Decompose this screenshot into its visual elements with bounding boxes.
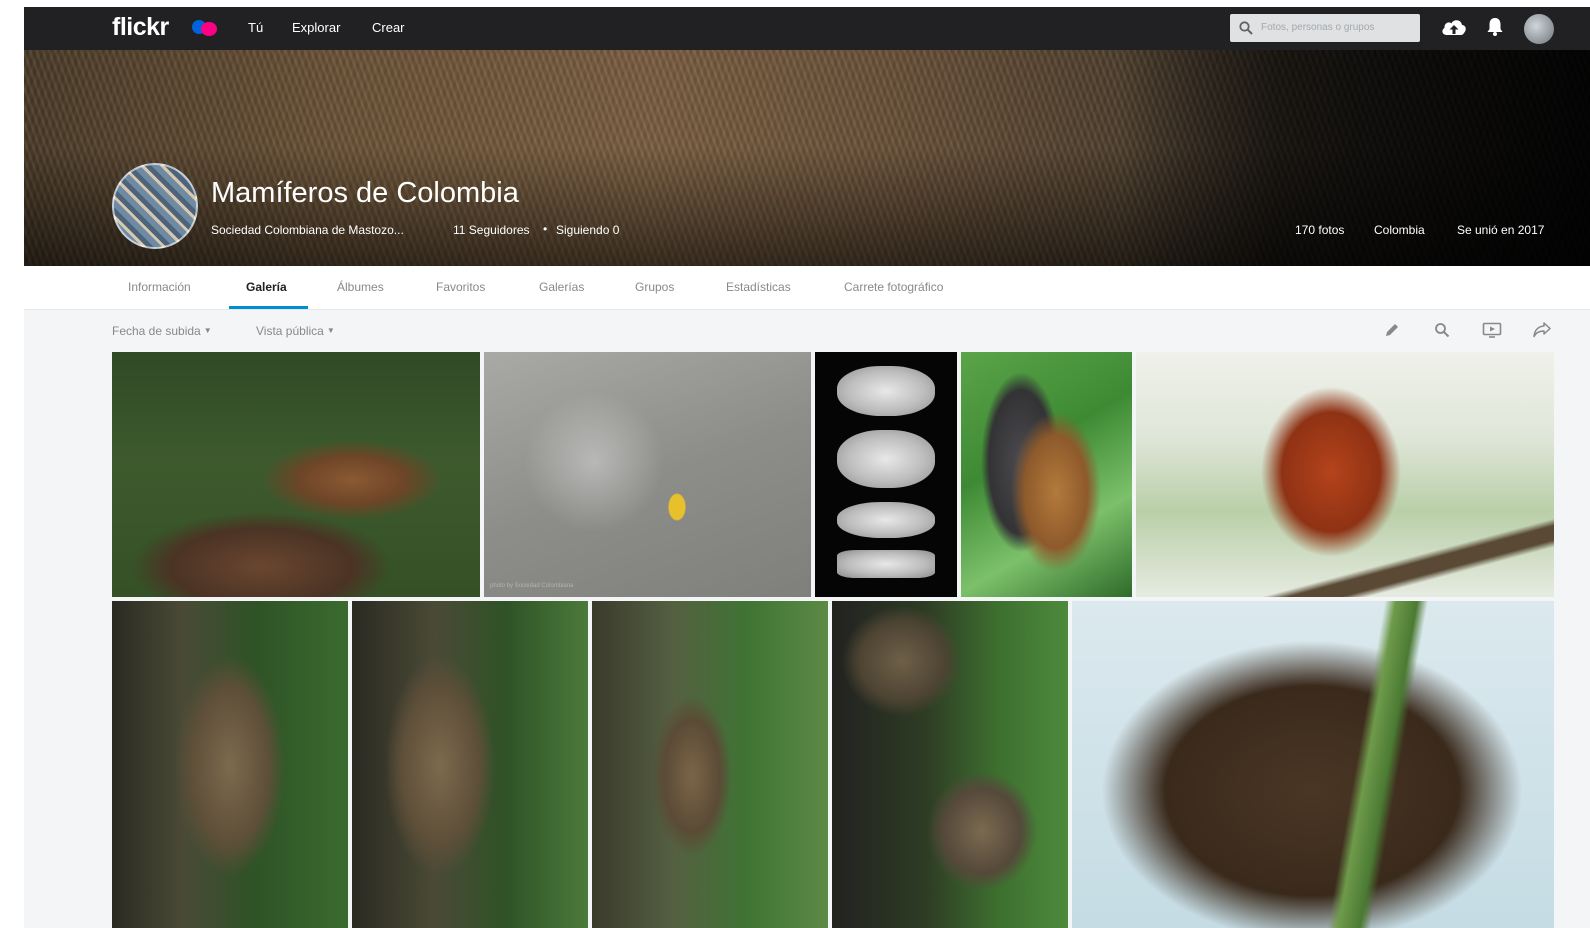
following-link[interactable]: Siguiendo 0 xyxy=(556,223,619,237)
search-placeholder: Fotos, personas o grupos xyxy=(1261,22,1375,33)
pencil-icon[interactable] xyxy=(1384,322,1400,338)
meta-separator: • xyxy=(543,222,548,236)
tab-galeria[interactable]: Galería xyxy=(246,280,287,294)
pink-dot xyxy=(201,22,217,36)
tab-albumes[interactable]: Álbumes xyxy=(337,280,384,294)
slideshow-icon[interactable] xyxy=(1482,322,1502,338)
profile-name: Mamíferos de Colombia xyxy=(211,177,519,209)
tab-galerias[interactable]: Galerías xyxy=(539,280,584,294)
photo-kinkajou-3[interactable] xyxy=(592,601,828,928)
photo-kinkajou-4[interactable] xyxy=(832,601,1068,928)
browser-viewport: flickr Tú Explorar Crear Fotos, personas… xyxy=(24,7,1590,928)
nav-crear[interactable]: Crear xyxy=(372,20,405,35)
gallery-toolbar: Fecha de subida ▼ Vista pública ▼ xyxy=(24,310,1590,352)
photo-kinkajou-1[interactable] xyxy=(112,601,348,928)
skull-ventral-view xyxy=(837,430,935,488)
photo-count: 170 fotos xyxy=(1295,223,1345,237)
top-navbar: flickr Tú Explorar Crear Fotos, personas… xyxy=(24,7,1590,50)
chevron-down-icon: ▼ xyxy=(203,326,212,335)
chevron-down-icon: ▼ xyxy=(326,326,335,335)
sort-dropdown[interactable]: Fecha de subida ▼ xyxy=(112,324,212,338)
tab-grupos[interactable]: Grupos xyxy=(635,280,674,294)
location: Colombia xyxy=(1374,223,1425,237)
skull-dorsal-view xyxy=(837,366,935,416)
user-avatar[interactable] xyxy=(1524,14,1554,44)
photo-tracks-in-sand[interactable]: photo by Sociedad Colombiana xyxy=(484,352,811,597)
search-icon[interactable] xyxy=(1434,322,1450,338)
tab-estadisticas[interactable]: Estadísticas xyxy=(726,280,791,294)
view-label: Vista pública xyxy=(256,324,324,338)
tab-informacion[interactable]: Información xyxy=(128,280,191,294)
photo-olingo-in-water[interactable] xyxy=(112,352,480,597)
followers-link[interactable]: 11 Seguidores xyxy=(453,223,530,237)
photo-skull-specimens[interactable] xyxy=(815,352,957,597)
tab-favoritos[interactable]: Favoritos xyxy=(436,280,485,294)
active-tab-indicator xyxy=(229,306,308,309)
photo-red-squirrel[interactable] xyxy=(1136,352,1554,597)
nav-tu[interactable]: Tú xyxy=(248,20,263,35)
nav-explorar[interactable]: Explorar xyxy=(292,20,340,35)
joined-date: Se unió en 2017 xyxy=(1457,223,1545,237)
bell-icon[interactable] xyxy=(1486,17,1504,37)
upload-cloud-icon[interactable] xyxy=(1440,17,1468,39)
photo-hanging-bat[interactable] xyxy=(961,352,1132,597)
cover-photo: Mamíferos de Colombia Sociedad Colombian… xyxy=(24,50,1590,266)
tab-carrete-fotografico[interactable]: Carrete fotográfico xyxy=(844,280,943,294)
skull-lateral-view xyxy=(837,502,935,538)
share-icon[interactable] xyxy=(1533,322,1551,338)
mandible-view xyxy=(837,550,935,578)
search-icon xyxy=(1239,21,1253,35)
profile-avatar[interactable] xyxy=(112,163,198,249)
profile-subtitle[interactable]: Sociedad Colombiana de Mastozo... xyxy=(211,223,404,237)
flickr-logo[interactable]: flickr xyxy=(112,13,169,42)
sort-label: Fecha de subida xyxy=(112,324,201,338)
view-dropdown[interactable]: Vista pública ▼ xyxy=(256,324,335,338)
photo-caption: photo by Sociedad Colombiana xyxy=(490,583,574,589)
profile-tabs: Información Galería Álbumes Favoritos Ga… xyxy=(24,266,1590,310)
photo-coati-on-branch[interactable] xyxy=(1072,601,1554,928)
photo-kinkajou-2[interactable] xyxy=(352,601,588,928)
flickr-dots-icon xyxy=(192,17,220,37)
search-input[interactable]: Fotos, personas o grupos xyxy=(1230,14,1420,42)
